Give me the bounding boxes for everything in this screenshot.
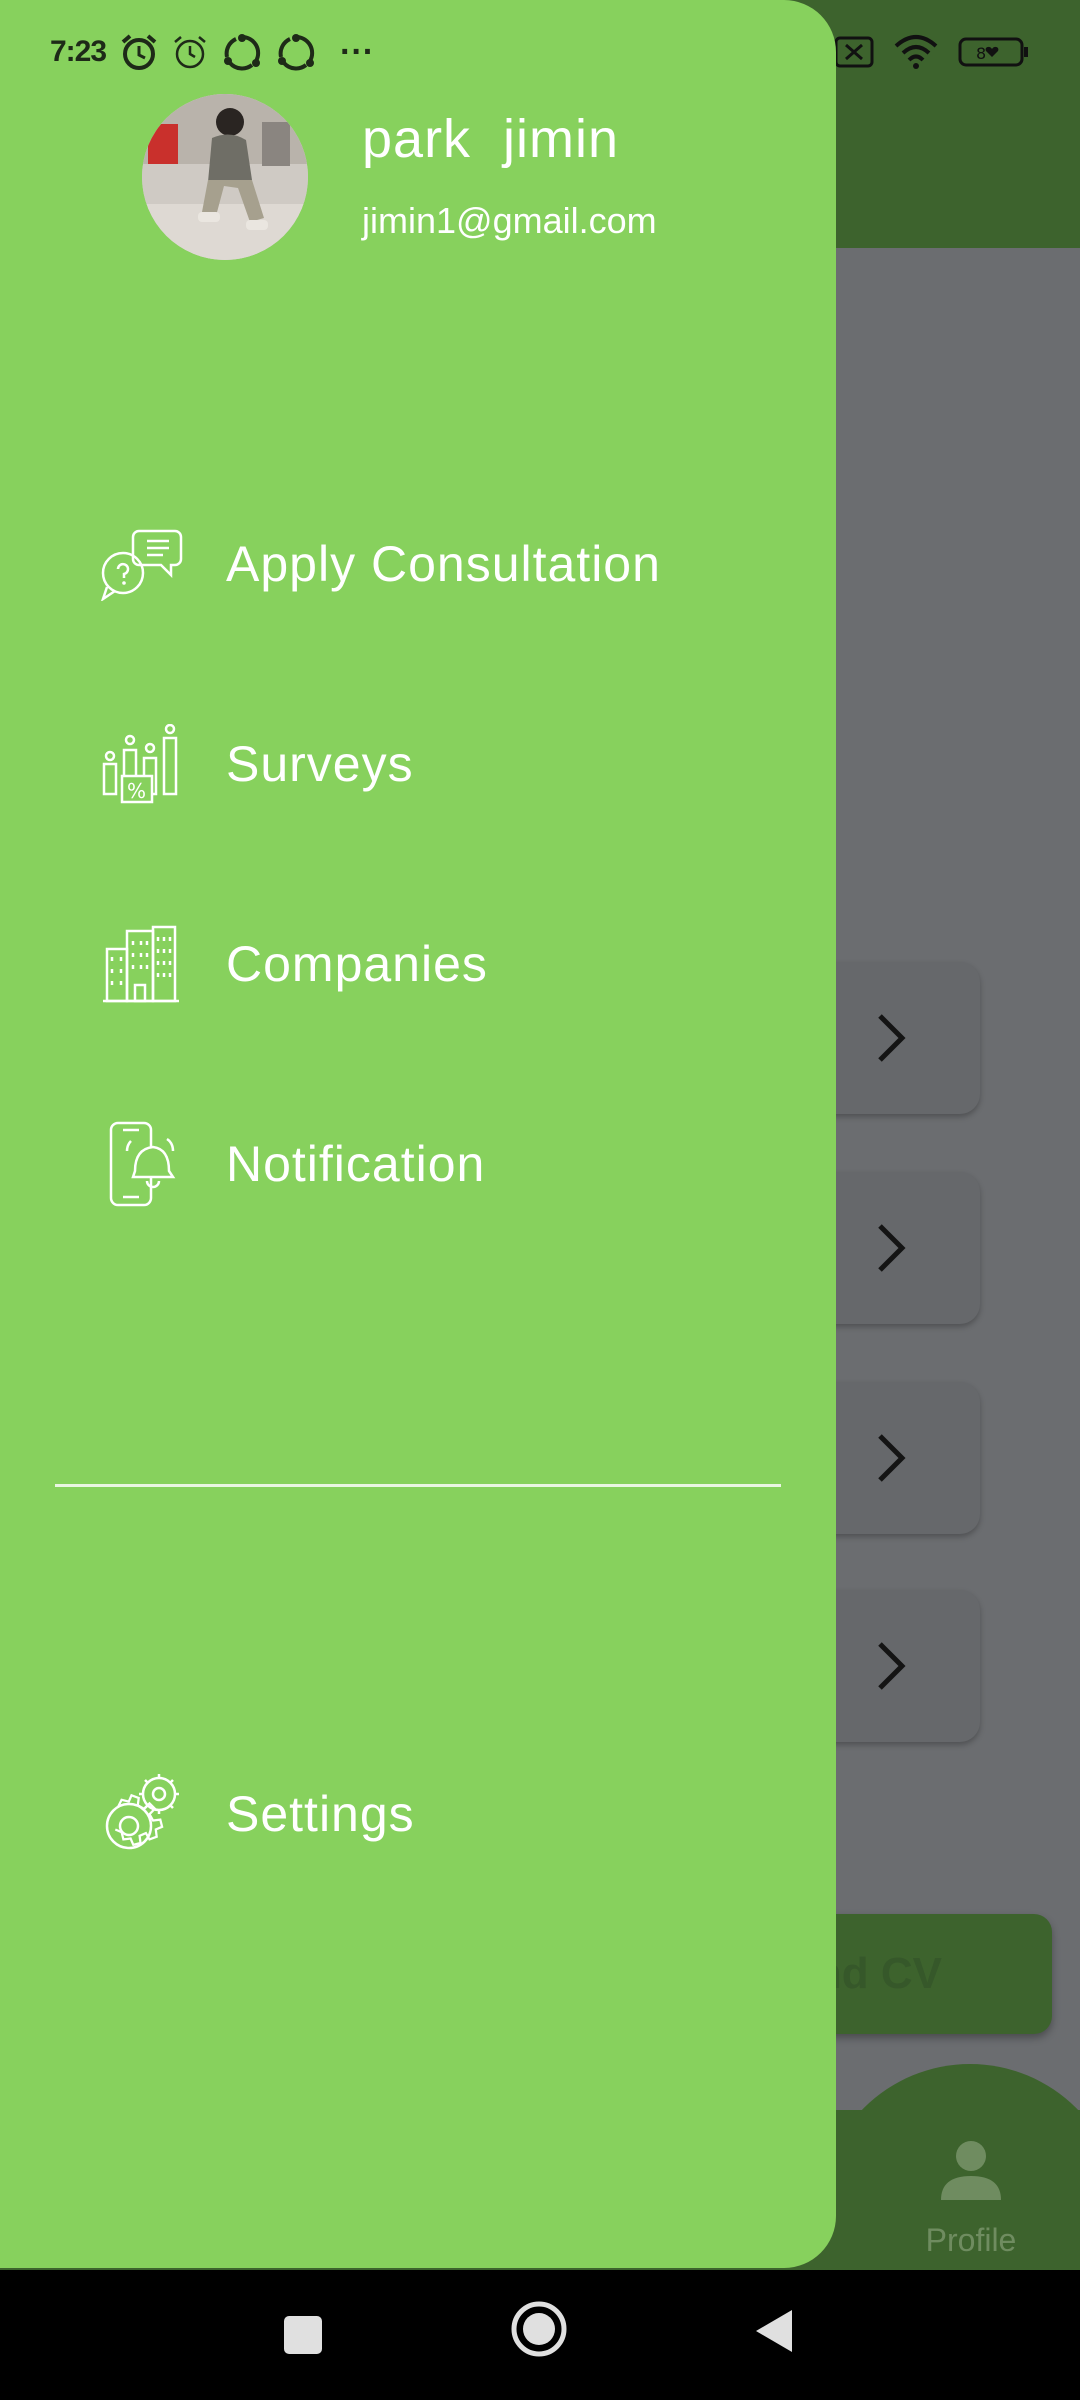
menu-item-companies[interactable]: Companies: [96, 914, 488, 1014]
menu-item-label: Companies: [226, 936, 488, 992]
menu-item-label: Notification: [226, 1136, 486, 1192]
menu-item-label: Surveys: [226, 736, 414, 792]
navigation-drawer: 7:23 ··· park jimin jimin1@gmail.com App…: [0, 0, 836, 2268]
menu-item-label: Settings: [226, 1786, 415, 1842]
user-name: park jimin: [362, 109, 620, 169]
battery-icon: 8: [958, 37, 1028, 67]
menu-item-surveys[interactable]: % Surveys: [96, 714, 414, 814]
phone-bell-icon: [96, 1119, 186, 1209]
recent-apps-button[interactable]: [282, 2314, 324, 2356]
sync-share-icon: [224, 34, 261, 71]
chevron-right-icon: [878, 1642, 906, 1690]
buildings-icon: [96, 919, 186, 1009]
consultation-chat-icon: [96, 519, 186, 609]
status-bar-left: 7:23 ···: [50, 30, 374, 74]
gears-icon: [96, 1769, 186, 1859]
battery-level: 8: [976, 44, 986, 63]
menu-item-notification[interactable]: Notification: [96, 1114, 485, 1214]
back-button[interactable]: [750, 2306, 796, 2356]
svg-text:%: %: [127, 779, 146, 803]
more-notifications-icon: ···: [340, 32, 375, 71]
chevron-right-icon: [878, 1014, 906, 1062]
system-navigation-bar: [0, 2270, 1080, 2400]
profile-person-icon: [941, 2141, 1001, 2200]
chevron-right-icon: [878, 1434, 906, 1482]
home-button[interactable]: [510, 2300, 568, 2358]
menu-divider: [55, 1484, 781, 1487]
app-screen: 8 nd CV Profile 7:23 ··· park jimin jimi…: [0, 0, 1080, 2400]
no-sim-icon: [834, 36, 874, 68]
status-icons-right: 8: [834, 30, 1030, 74]
wifi-icon: [894, 35, 938, 69]
survey-chart-icon: %: [96, 719, 186, 809]
chevron-right-icon: [878, 1224, 906, 1272]
menu-item-apply-consultation[interactable]: Apply Consultation: [96, 514, 661, 614]
avatar-photo: [142, 94, 308, 260]
user-email: jimin1@gmail.com: [362, 200, 657, 241]
sync-share-icon: [278, 34, 315, 71]
status-time: 7:23: [50, 35, 107, 68]
menu-item-label: Apply Consultation: [226, 536, 661, 592]
user-avatar[interactable]: [142, 94, 308, 260]
bottom-nav-profile-label: Profile: [925, 2222, 1017, 2258]
alarm-icon: [121, 34, 157, 70]
menu-item-settings[interactable]: Settings: [96, 1764, 415, 1864]
alarm-outline-icon: [174, 36, 206, 69]
